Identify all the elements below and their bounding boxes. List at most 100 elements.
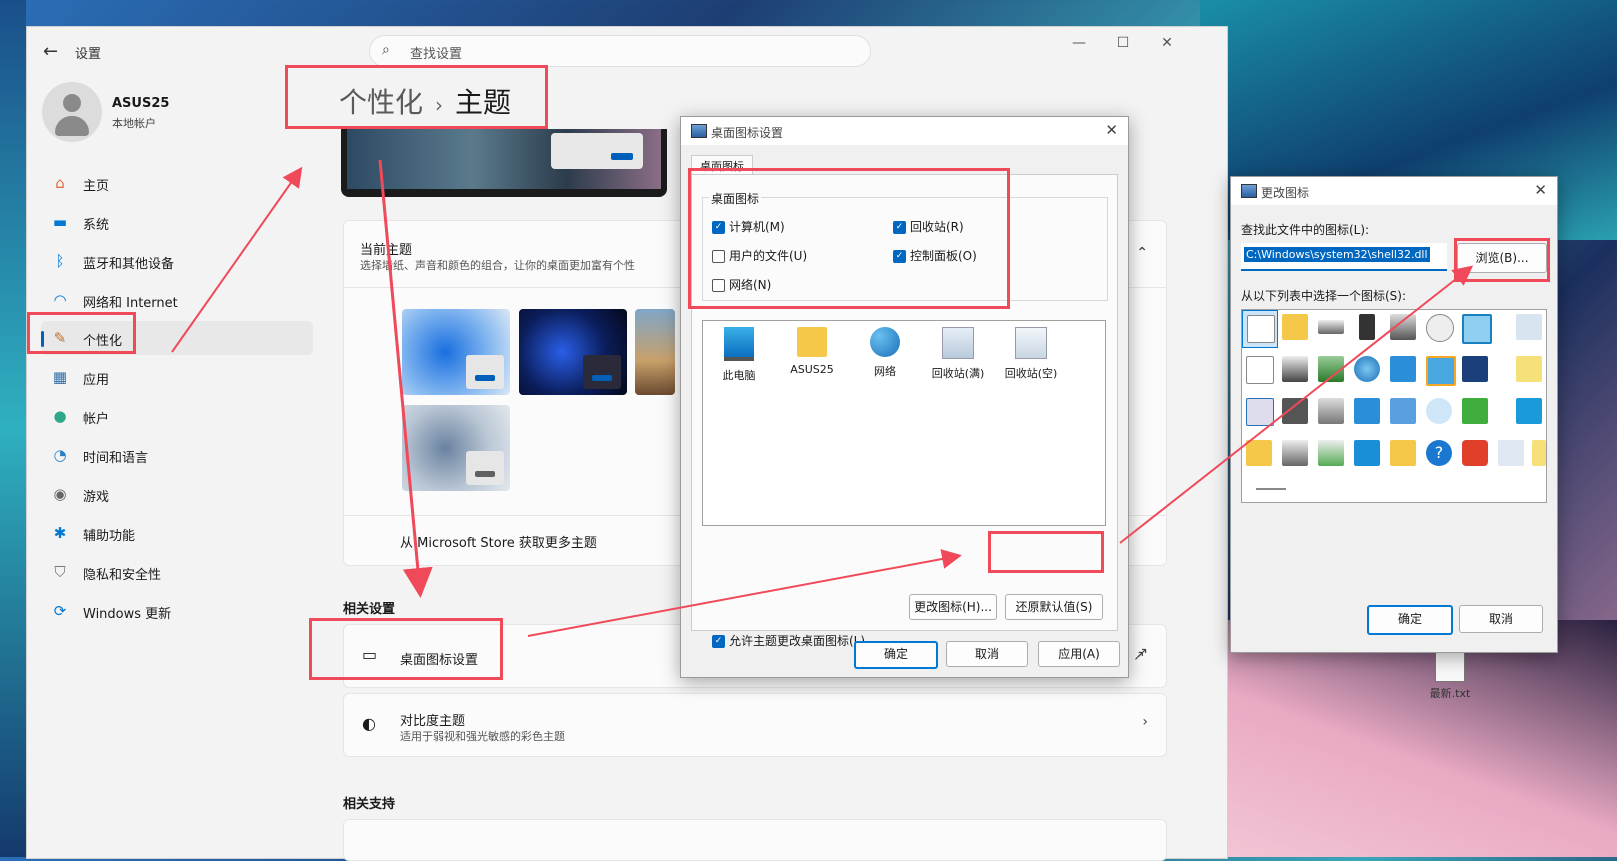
contrast-themes-row[interactable]: ◐ 对比度主题 适用于弱视和强光敏感的彩色主题 › xyxy=(343,693,1167,757)
apply-button[interactable]: 应用(A) xyxy=(1038,641,1120,667)
theme-thumbnail-landscape[interactable] xyxy=(635,309,675,395)
sidebar-item-network[interactable]: ◠ 网络和 Internet xyxy=(41,283,313,317)
icon-this-pc[interactable]: 此电脑 xyxy=(704,327,774,383)
grid-icon-network-drive[interactable] xyxy=(1314,436,1348,472)
grid-icon-disconnected-drive[interactable] xyxy=(1314,394,1348,430)
desktop-file-icon[interactable]: 最新.txt xyxy=(1420,650,1480,701)
grid-icon-monitor[interactable] xyxy=(1350,436,1384,472)
checkbox-control-panel[interactable]: ✓ 控制面板(O) xyxy=(893,248,977,264)
change-icon-button[interactable]: 更改图标(H)... xyxy=(909,594,997,620)
icon-recycle-full[interactable]: 回收站(满) xyxy=(923,327,993,381)
sidebar-item-accounts[interactable]: ● 帐户 xyxy=(41,399,313,433)
grid-icon-floppy[interactable] xyxy=(1278,394,1312,430)
grid-icon-drive-2[interactable] xyxy=(1278,436,1312,472)
grid-icon-power[interactable] xyxy=(1458,436,1492,472)
grid-icon-list-window[interactable] xyxy=(1242,394,1276,430)
sidebar-item-bluetooth[interactable]: ᛒ 蓝牙和其他设备 xyxy=(41,244,313,278)
wallpaper-art-bottom xyxy=(1200,620,1617,857)
row-title: 桌面图标设置 xyxy=(400,653,479,668)
cancel-button[interactable]: 取消 xyxy=(1459,605,1543,633)
grid-icon-help[interactable]: ? xyxy=(1422,436,1456,472)
grid-icon-grid-folder[interactable] xyxy=(1386,436,1420,472)
close-icon[interactable]: ✕ xyxy=(1534,181,1547,199)
desktop-file-label: 最新.txt xyxy=(1429,687,1471,700)
sidebar-item-gaming[interactable]: ◉ 游戏 xyxy=(41,477,313,511)
search-box[interactable]: ⌕ 查找设置 xyxy=(369,35,871,67)
grid-icon-folder[interactable] xyxy=(1278,310,1312,346)
external-link-icon[interactable]: ↗ xyxy=(1133,648,1145,664)
grid-icon-display[interactable] xyxy=(1422,352,1456,388)
checkbox-user-files[interactable]: 用户的文件(U) xyxy=(712,248,807,264)
grid-icon-magnifier[interactable] xyxy=(1422,394,1456,430)
grid-icon-clock[interactable] xyxy=(1422,310,1456,346)
grid-icon-device[interactable] xyxy=(1278,352,1312,388)
sidebar-item-windows-update[interactable]: ⟳ Windows 更新 xyxy=(41,594,313,628)
ok-button[interactable]: 确定 xyxy=(854,641,938,669)
chevron-right-icon: › xyxy=(1142,714,1148,730)
theme-thumbnail-windows-dark[interactable] xyxy=(519,309,627,395)
icon-user-folder[interactable]: ASUS25 xyxy=(777,327,847,376)
file-path-input[interactable]: C:\Windows\system32\shell32.dll xyxy=(1241,243,1447,271)
grid-icon-network-pc[interactable] xyxy=(1386,352,1420,388)
restore-default-button[interactable]: 还原默认值(S) xyxy=(1005,594,1103,620)
grid-icon-clipboard[interactable] xyxy=(1512,352,1546,388)
back-arrow-icon[interactable]: ← xyxy=(43,41,63,62)
grid-icon-recycle[interactable] xyxy=(1512,310,1546,346)
minimize-icon[interactable]: — xyxy=(1067,35,1091,51)
grid-icon-blank-document[interactable] xyxy=(1242,310,1278,348)
user-name: ASUS25 xyxy=(112,96,170,111)
icon-recycle-empty[interactable]: 回收站(空) xyxy=(996,327,1066,381)
tab-desktop-icons[interactable]: 桌面图标 xyxy=(691,155,753,176)
close-icon[interactable]: ✕ xyxy=(1155,35,1179,51)
sidebar-item-home[interactable]: ⌂ 主页 xyxy=(41,166,313,200)
checkbox-allow-themes[interactable]: ✓ 允许主题更改桌面图标(L) xyxy=(712,633,865,649)
grid-icon-network-globe[interactable] xyxy=(1350,394,1384,430)
cancel-button[interactable]: 取消 xyxy=(946,641,1028,667)
accessibility-icon: ✱ xyxy=(53,524,67,542)
sidebar-item-label: 隐私和安全性 xyxy=(83,568,162,583)
grid-icon-green-arrow[interactable] xyxy=(1458,394,1492,430)
grid-icon-recycle-2[interactable] xyxy=(1494,436,1528,472)
grid-icon-globe[interactable] xyxy=(1350,352,1384,388)
grid-icon-connections[interactable] xyxy=(1386,394,1420,430)
grid-icon-blue-panel[interactable] xyxy=(1512,394,1546,430)
checkbox-label: 计算机(M) xyxy=(729,220,785,234)
sidebar-item-time-language[interactable]: ◔ 时间和语言 xyxy=(41,438,313,472)
grid-icon-printer[interactable] xyxy=(1386,310,1420,346)
sidebar-item-personalization[interactable]: ✎ 个性化 xyxy=(41,321,313,355)
grid-icon-sleep[interactable] xyxy=(1458,352,1492,388)
grid-icon-drive[interactable] xyxy=(1314,310,1348,346)
grid-icon-window[interactable] xyxy=(1458,310,1492,346)
sidebar-item-system[interactable]: ▬ 系统 xyxy=(41,205,313,239)
sidebar-item-accessibility[interactable]: ✱ 辅助功能 xyxy=(41,516,313,550)
store-link[interactable]: 从 Microsoft Store 获取更多主题 xyxy=(400,532,597,551)
theme-thumbnail-windows-light[interactable] xyxy=(402,309,510,395)
checkbox-network[interactable]: 网络(N) xyxy=(712,277,771,293)
sidebar-item-label: 蓝牙和其他设备 xyxy=(83,257,175,272)
checkbox-label: 控制面板(O) xyxy=(910,249,977,263)
icon-label: 回收站(空) xyxy=(1004,367,1058,380)
maximize-icon[interactable]: ☐ xyxy=(1111,35,1135,51)
grid-icon-green-drive[interactable] xyxy=(1314,352,1348,388)
grid-icon-chip[interactable] xyxy=(1350,310,1384,346)
checkbox-label: 网络(N) xyxy=(729,278,772,292)
theme-thumbnail-glow[interactable] xyxy=(402,405,510,491)
bluetooth-icon: ᛒ xyxy=(55,252,65,270)
browse-button[interactable]: 浏览(B)... xyxy=(1457,243,1547,273)
avatar[interactable] xyxy=(42,82,102,142)
grid-icon-folder-2[interactable] xyxy=(1242,436,1276,472)
close-icon[interactable]: ✕ xyxy=(1105,121,1118,139)
checkbox-recycle-bin[interactable]: ✓ 回收站(R) xyxy=(893,219,964,235)
grid-icon-text-document[interactable] xyxy=(1242,352,1276,388)
grid-icon-key-folder[interactable] xyxy=(1528,436,1546,472)
icon-network[interactable]: 网络 xyxy=(850,327,920,379)
checkbox-box xyxy=(712,279,725,292)
checkbox-computer[interactable]: ✓ 计算机(M) xyxy=(712,219,785,235)
breadcrumb-parent[interactable]: 个性化 xyxy=(339,86,423,119)
ok-button[interactable]: 确定 xyxy=(1367,605,1453,635)
horizontal-scrollbar[interactable] xyxy=(1256,488,1286,490)
sidebar-item-apps[interactable]: ▦ 应用 xyxy=(41,360,313,394)
sidebar-item-privacy[interactable]: ⛉ 隐私和安全性 xyxy=(41,555,313,589)
sidebar-item-label: 个性化 xyxy=(83,334,123,349)
chevron-up-icon[interactable]: ⌃ xyxy=(1136,245,1148,261)
